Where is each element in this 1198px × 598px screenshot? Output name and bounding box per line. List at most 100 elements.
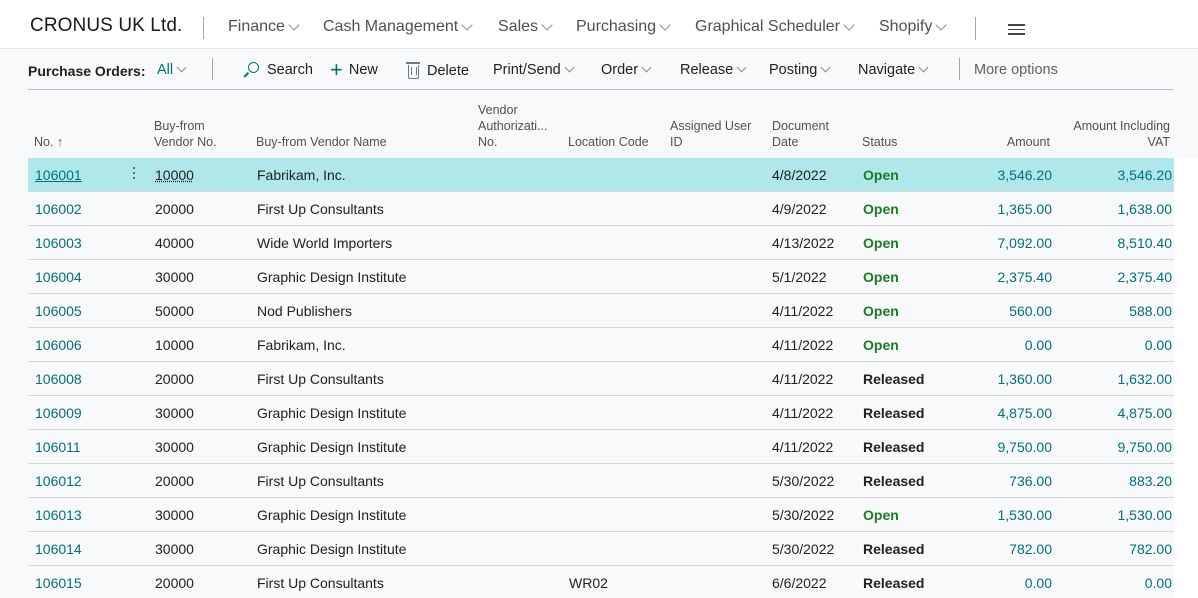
new-button[interactable]: + New bbox=[330, 59, 378, 81]
amount-cell[interactable]: 1,365.00 bbox=[998, 201, 1053, 217]
amount-cell[interactable]: 7,092.00 bbox=[998, 235, 1053, 251]
vendor-no-cell[interactable]: 30000 bbox=[155, 507, 194, 523]
table-row[interactable]: 106009 30000 Graphic Design Institute 4/… bbox=[28, 396, 1174, 430]
order-number-link[interactable]: 106013 bbox=[35, 507, 82, 523]
amount-cell[interactable]: 4,875.00 bbox=[998, 405, 1053, 421]
vendor-no-cell[interactable]: 30000 bbox=[155, 405, 194, 421]
nav-purchasing[interactable]: Purchasing bbox=[576, 18, 671, 36]
view-filter-dropdown[interactable]: All bbox=[157, 62, 187, 78]
order-number-link[interactable]: 106012 bbox=[35, 473, 82, 489]
order-number-link[interactable]: 106011 bbox=[35, 439, 81, 455]
table-row[interactable]: 106003 40000 Wide World Importers 4/13/2… bbox=[28, 226, 1174, 260]
table-row[interactable]: 106015 20000 First Up Consultants WR02 6… bbox=[28, 566, 1174, 598]
column-header-amount-vat[interactable]: Amount Including VAT bbox=[1068, 118, 1170, 150]
hamburger-icon[interactable] bbox=[1008, 24, 1025, 35]
amount-cell[interactable]: 1,360.00 bbox=[998, 371, 1053, 387]
amount-vat-cell[interactable]: 3,546.20 bbox=[1118, 167, 1173, 183]
more-options-button[interactable]: More options bbox=[974, 62, 1058, 78]
vendor-no-cell[interactable]: 10000 bbox=[155, 337, 194, 353]
nav-cash-management[interactable]: Cash Management bbox=[323, 18, 473, 36]
column-header-status[interactable]: Status bbox=[862, 134, 932, 150]
amount-vat-cell[interactable]: 588.00 bbox=[1129, 303, 1172, 319]
posting-menu[interactable]: Posting bbox=[769, 62, 831, 78]
amount-vat-cell[interactable]: 0.00 bbox=[1145, 575, 1172, 591]
amount-vat-cell[interactable]: 4,875.00 bbox=[1118, 405, 1173, 421]
column-header-amount[interactable]: Amount bbox=[972, 134, 1050, 150]
amount-vat-cell[interactable]: 9,750.00 bbox=[1118, 439, 1173, 455]
order-number-link[interactable]: 106001 bbox=[35, 167, 82, 183]
vendor-no-cell[interactable]: 10000 bbox=[155, 167, 194, 183]
order-number-link[interactable]: 106004 bbox=[35, 269, 82, 285]
amount-cell[interactable]: 736.00 bbox=[1009, 473, 1052, 489]
status-badge: Open bbox=[863, 235, 899, 251]
amount-vat-cell[interactable]: 1,530.00 bbox=[1118, 507, 1173, 523]
amount-vat-cell[interactable]: 2,375.40 bbox=[1118, 269, 1173, 285]
amount-cell[interactable]: 1,530.00 bbox=[998, 507, 1053, 523]
nav-graphical-scheduler-label: Graphical Scheduler bbox=[695, 18, 840, 35]
column-header-assigned-user[interactable]: Assigned User ID bbox=[670, 118, 760, 150]
order-number-link[interactable]: 106002 bbox=[35, 201, 82, 217]
search-button[interactable]: Search bbox=[243, 62, 313, 78]
amount-vat-cell[interactable]: 1,638.00 bbox=[1118, 201, 1173, 217]
amount-cell[interactable]: 3,546.20 bbox=[998, 167, 1053, 183]
order-number-link[interactable]: 106003 bbox=[35, 235, 82, 251]
amount-cell[interactable]: 560.00 bbox=[1009, 303, 1052, 319]
vendor-no-cell[interactable]: 30000 bbox=[155, 269, 194, 285]
order-number-link[interactable]: 106006 bbox=[35, 337, 82, 353]
order-number-link[interactable]: 106015 bbox=[35, 575, 82, 591]
order-number-link[interactable]: 106005 bbox=[35, 303, 82, 319]
table-row[interactable]: 106012 20000 First Up Consultants 5/30/2… bbox=[28, 464, 1174, 498]
vendor-no-cell[interactable]: 20000 bbox=[155, 473, 194, 489]
company-name[interactable]: CRONUS UK Ltd. bbox=[30, 15, 182, 37]
chevron-down-icon bbox=[918, 62, 929, 73]
column-header-vendor-auth[interactable]: Vendor Authorizati... No. bbox=[478, 102, 556, 150]
column-header-no[interactable]: No. ↑ bbox=[34, 134, 104, 150]
location-code-cell: WR02 bbox=[569, 575, 608, 591]
amount-cell[interactable]: 0.00 bbox=[1025, 337, 1052, 353]
order-number-link[interactable]: 106009 bbox=[35, 405, 82, 421]
vendor-no-cell[interactable]: 20000 bbox=[155, 201, 194, 217]
nav-graphical-scheduler[interactable]: Graphical Scheduler bbox=[695, 18, 855, 36]
nav-sales[interactable]: Sales bbox=[498, 18, 553, 36]
vendor-no-cell[interactable]: 40000 bbox=[155, 235, 194, 251]
column-header-vendor-name[interactable]: Buy-from Vendor Name bbox=[256, 134, 456, 150]
amount-vat-cell[interactable]: 8,510.40 bbox=[1118, 235, 1173, 251]
vendor-no-cell[interactable]: 20000 bbox=[155, 371, 194, 387]
print-send-menu[interactable]: Print/Send bbox=[493, 62, 575, 78]
row-actions-icon[interactable] bbox=[132, 167, 136, 183]
document-date-cell: 5/30/2022 bbox=[772, 507, 835, 523]
table-row[interactable]: 106005 50000 Nod Publishers 4/11/2022 Op… bbox=[28, 294, 1174, 328]
nav-shopify[interactable]: Shopify bbox=[879, 18, 948, 36]
amount-cell[interactable]: 9,750.00 bbox=[998, 439, 1053, 455]
amount-vat-cell[interactable]: 883.20 bbox=[1129, 473, 1172, 489]
table-row[interactable]: 106014 30000 Graphic Design Institute 5/… bbox=[28, 532, 1174, 566]
amount-vat-cell[interactable]: 782.00 bbox=[1129, 541, 1172, 557]
release-menu[interactable]: Release bbox=[680, 62, 747, 78]
vendor-no-cell[interactable]: 30000 bbox=[155, 541, 194, 557]
order-number-link[interactable]: 106008 bbox=[35, 371, 82, 387]
vendor-no-cell[interactable]: 30000 bbox=[155, 439, 194, 455]
table-row[interactable]: 106002 20000 First Up Consultants 4/9/20… bbox=[28, 192, 1174, 226]
order-number-link[interactable]: 106014 bbox=[35, 541, 82, 557]
column-header-doc-date[interactable]: Document Date bbox=[772, 118, 842, 150]
table-row[interactable]: 106013 30000 Graphic Design Institute 5/… bbox=[28, 498, 1174, 532]
status-badge: Released bbox=[863, 473, 925, 489]
table-row[interactable]: 106006 10000 Fabrikam, Inc. 4/11/2022 Op… bbox=[28, 328, 1174, 362]
delete-button[interactable]: Delete bbox=[406, 62, 469, 79]
table-row[interactable]: 106001 10000 Fabrikam, Inc. 4/8/2022 Ope… bbox=[28, 158, 1174, 192]
column-header-location[interactable]: Location Code bbox=[568, 134, 668, 150]
table-row[interactable]: 106004 30000 Graphic Design Institute 5/… bbox=[28, 260, 1174, 294]
vendor-no-cell[interactable]: 20000 bbox=[155, 575, 194, 591]
order-menu[interactable]: Order bbox=[601, 62, 652, 78]
table-row[interactable]: 106008 20000 First Up Consultants 4/11/2… bbox=[28, 362, 1174, 396]
amount-cell[interactable]: 2,375.40 bbox=[998, 269, 1053, 285]
amount-vat-cell[interactable]: 1,632.00 bbox=[1118, 371, 1173, 387]
navigate-menu[interactable]: Navigate bbox=[858, 62, 929, 78]
amount-cell[interactable]: 782.00 bbox=[1009, 541, 1052, 557]
vendor-no-cell[interactable]: 50000 bbox=[155, 303, 194, 319]
column-header-vendor-no[interactable]: Buy-from Vendor No. bbox=[154, 118, 224, 150]
amount-vat-cell[interactable]: 0.00 bbox=[1145, 337, 1172, 353]
amount-cell[interactable]: 0.00 bbox=[1025, 575, 1052, 591]
table-row[interactable]: 106011 30000 Graphic Design Institute 4/… bbox=[28, 430, 1174, 464]
nav-finance[interactable]: Finance bbox=[228, 18, 300, 36]
